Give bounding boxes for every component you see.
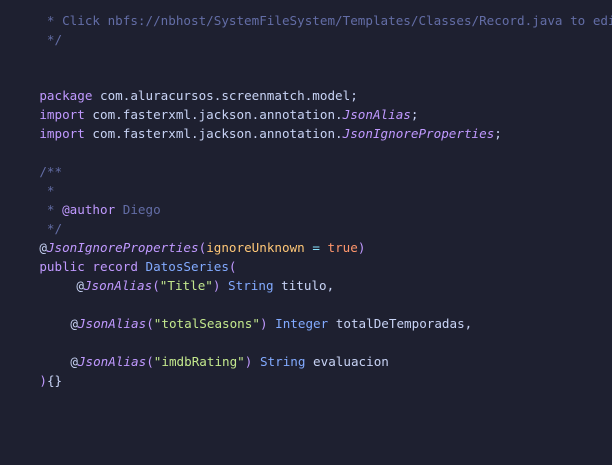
import-package: com.fasterxml.jackson.annotation. — [84, 126, 343, 141]
annotation-at: @ — [70, 316, 78, 331]
close-paren: ) — [357, 240, 366, 255]
close-paren: ) — [259, 316, 268, 331]
annotation-at: @ — [70, 354, 78, 369]
code-line-package: package com.aluracursos.screenmatch.mode… — [9, 67, 357, 103]
code-line-javadoc-end: */ — [9, 200, 62, 236]
field-name: titulo, — [273, 278, 335, 293]
code-line-annotation: @JsonIgnoreProperties(ignoreUnknown = tr… — [9, 219, 365, 255]
semicolon: ; — [494, 126, 502, 141]
comment-text: * Click nbfs://nbhost/SystemFileSystem/T… — [39, 13, 612, 28]
code-line-import-1: import com.fasterxml.jackson.annotation.… — [9, 86, 418, 122]
close-paren: ) — [39, 373, 47, 388]
code-editor[interactable]: * Click nbfs://nbhost/SystemFileSystem/T… — [0, 0, 612, 403]
string-literal: "totalSeasons" — [153, 316, 260, 331]
code-line-javadoc-start: /** — [9, 143, 62, 179]
comment-end: */ — [39, 32, 63, 47]
field-type: Integer — [267, 316, 329, 331]
code-line-record-decl: public record DatosSeries( — [9, 238, 236, 274]
field-type: String — [220, 278, 274, 293]
string-literal: "imdbRating" — [153, 354, 245, 369]
code-line-record-end: ){} — [9, 352, 62, 388]
code-line-import-2: import com.fasterxml.jackson.annotation.… — [9, 105, 502, 141]
boolean-value: true — [327, 240, 358, 255]
field-type: String — [252, 354, 306, 369]
code-line-javadoc-author: * @author Diego — [9, 181, 161, 217]
annotation-name: JsonAlias — [77, 354, 147, 369]
string-literal: "Title" — [159, 278, 213, 293]
import-class: JsonIgnoreProperties — [342, 126, 495, 141]
field-name: evaluacion — [305, 354, 389, 369]
equals-operator: = — [304, 240, 328, 255]
annotation-name: JsonAlias — [77, 316, 147, 331]
code-line-field-titulo: @JsonAlias("Title") String titulo, — [46, 257, 334, 293]
open-paren: ( — [146, 316, 154, 331]
code-line-2: */ — [9, 11, 62, 47]
keyword-import: import — [39, 126, 85, 141]
code-line-1: * Click nbfs://nbhost/SystemFileSystem/T… — [9, 0, 612, 28]
open-paren: ( — [152, 278, 160, 293]
code-line-javadoc-blank: * — [9, 162, 55, 198]
code-line-field-evaluacion: @JsonAlias("imdbRating") String evaluaci… — [40, 333, 389, 369]
open-paren: ( — [146, 354, 154, 369]
code-line-field-temporadas: @JsonAlias("totalSeasons") Integer total… — [40, 295, 472, 331]
record-body-braces: {} — [46, 373, 63, 388]
author-tag: @author — [62, 202, 116, 217]
field-name: totalDeTemporadas, — [328, 316, 473, 331]
annotation-at: @ — [76, 278, 84, 293]
author-name: Diego — [115, 202, 161, 217]
annotation-name: JsonAlias — [83, 278, 153, 293]
